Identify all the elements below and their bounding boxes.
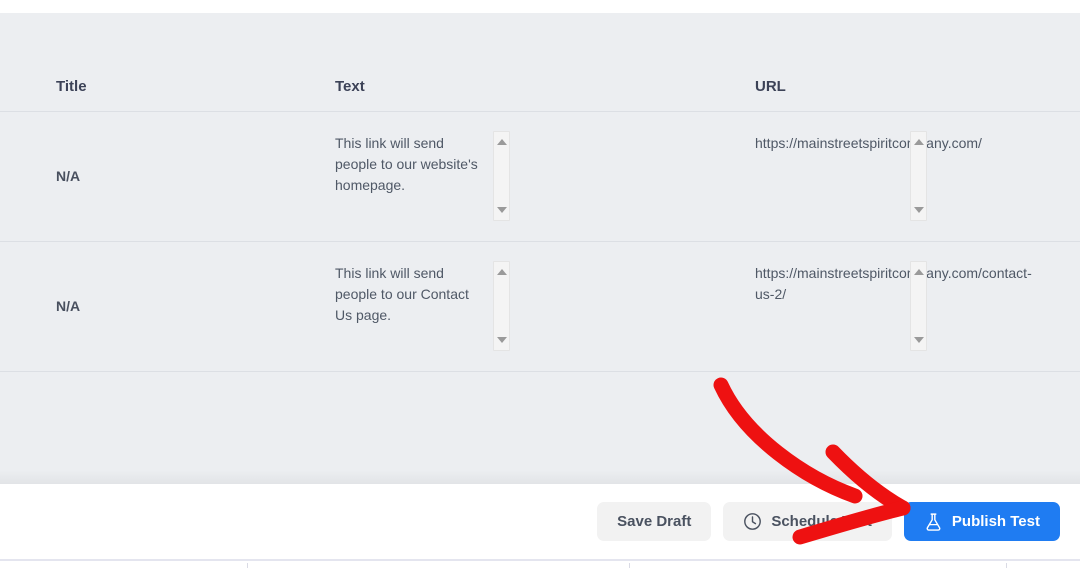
url-value: https://mainstreetspiritcompany.com/cont… <box>755 265 1032 302</box>
scroll-down-icon[interactable] <box>496 337 507 343</box>
text-scrollbar[interactable] <box>493 131 510 221</box>
footer-tick <box>247 563 248 568</box>
schedule-test-label: Schedule Test <box>771 513 872 530</box>
scroll-down-icon[interactable] <box>913 337 924 343</box>
cell-text: This link will send people to our Contac… <box>140 241 510 372</box>
title-value: N/A <box>56 298 81 314</box>
footer-tick <box>1006 563 1007 568</box>
scroll-up-icon[interactable] <box>496 139 507 145</box>
table-row: N/A This link will send people to our Co… <box>0 241 1080 372</box>
text-scrollbox[interactable]: This link will send people to our Contac… <box>335 261 510 351</box>
clock-icon <box>744 513 762 530</box>
flask-icon <box>926 512 941 531</box>
table-header-row: Title Text URL Details Upload Default Ed… <box>0 13 1080 112</box>
schedule-test-button[interactable]: Schedule Test <box>723 502 892 541</box>
footer-tick <box>629 563 630 568</box>
cell-title: N/A <box>0 241 140 372</box>
title-value: N/A <box>56 168 81 184</box>
url-scrollbar[interactable] <box>910 131 927 221</box>
url-value: https://mainstreetspiritcompany.com/ <box>755 135 982 151</box>
url-scrollbox[interactable]: https://mainstreetspiritcompany.com/ <box>755 131 982 221</box>
url-scrollbar[interactable] <box>910 261 927 351</box>
footer-tick-marks <box>0 561 1080 571</box>
publish-test-label: Publish Test <box>951 513 1040 530</box>
cell-text: This link will send people to our websit… <box>140 111 510 242</box>
text-value: This link will send people to our Contac… <box>335 265 469 323</box>
links-table-panel: Title Text URL Details Upload Default Ed… <box>0 13 1080 484</box>
publish-test-button[interactable]: Publish Test <box>903 502 1060 541</box>
links-table: Title Text URL Details Upload Default Ed… <box>0 13 1080 372</box>
url-scrollbox[interactable]: https://mainstreetspiritcompany.com/cont… <box>755 261 1032 351</box>
text-scrollbar[interactable] <box>493 261 510 351</box>
column-header-text: Text <box>140 13 365 112</box>
table-row: N/A This link will send people to our we… <box>0 111 1080 242</box>
column-header-title: Title <box>0 13 140 112</box>
scroll-up-icon[interactable] <box>496 269 507 275</box>
column-header-details: Details <box>755 13 1080 112</box>
table-body: N/A This link will send people to our we… <box>0 111 1080 372</box>
save-draft-label: Save Draft <box>617 513 692 530</box>
scroll-down-icon[interactable] <box>496 207 507 213</box>
scroll-down-icon[interactable] <box>913 207 924 213</box>
table-header: Title Text URL Details Upload Default Ed… <box>0 13 1080 112</box>
scroll-up-icon[interactable] <box>913 269 924 275</box>
save-draft-button[interactable]: Save Draft <box>597 502 712 541</box>
action-bar: Save Draft Schedule Test Publish Test <box>0 484 1080 559</box>
top-spacer <box>0 0 1080 13</box>
text-value: This link will send people to our websit… <box>335 135 478 193</box>
scroll-up-icon[interactable] <box>913 139 924 145</box>
column-header-url: URL <box>350 13 786 112</box>
cell-title: N/A <box>0 111 140 242</box>
text-scrollbox[interactable]: This link will send people to our websit… <box>335 131 510 221</box>
